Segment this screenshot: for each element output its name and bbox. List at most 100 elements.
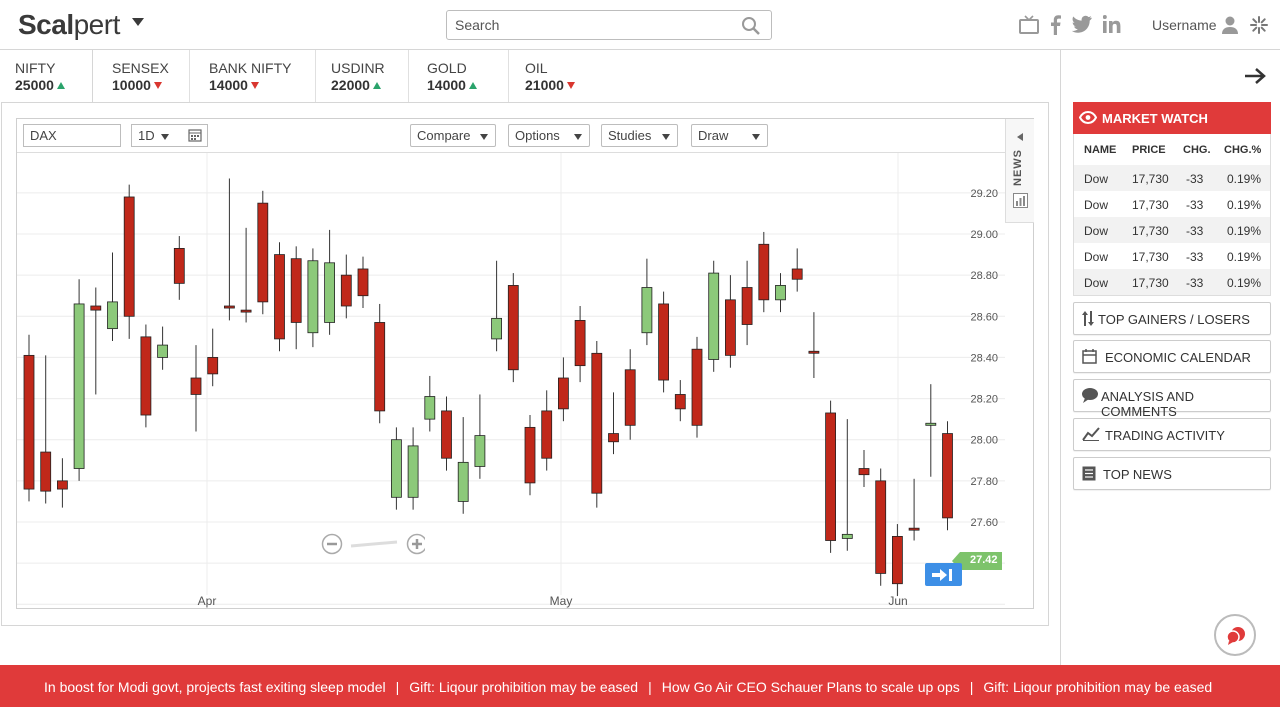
candle[interactable]: [190, 377, 202, 395]
candle[interactable]: [841, 533, 853, 539]
compare-button[interactable]: Compare: [410, 124, 496, 147]
candle[interactable]: [608, 433, 619, 443]
top-news-button[interactable]: TOP NEWS: [1073, 457, 1271, 490]
candle[interactable]: [825, 412, 836, 541]
zoom-slider[interactable]: [350, 540, 398, 548]
candle[interactable]: [257, 202, 269, 303]
candle[interactable]: [290, 258, 302, 323]
candle[interactable]: [674, 394, 686, 410]
chat-button[interactable]: [1214, 614, 1256, 656]
candle[interactable]: [758, 243, 770, 301]
arrow-right-icon[interactable]: [1244, 67, 1266, 85]
candle[interactable]: [624, 369, 636, 426]
candle[interactable]: [558, 377, 569, 410]
username[interactable]: Username: [1152, 17, 1217, 33]
candle[interactable]: [223, 305, 235, 309]
candle[interactable]: [641, 287, 653, 334]
tab-oil[interactable]: OIL 21000: [510, 50, 600, 103]
ticker-item[interactable]: How Go Air CEO Schauer Plans to scale up…: [662, 679, 960, 695]
candle[interactable]: [658, 303, 669, 381]
search-box[interactable]: [446, 10, 772, 40]
candle[interactable]: [407, 445, 419, 498]
candle[interactable]: [157, 344, 169, 358]
zoom-in-icon[interactable]: [406, 533, 428, 555]
candle[interactable]: [457, 461, 469, 502]
settings-icon[interactable]: [1250, 16, 1268, 34]
candle[interactable]: [875, 480, 887, 574]
candle[interactable]: [942, 433, 953, 519]
tab-sensex[interactable]: SENSEX 10000: [97, 50, 190, 103]
ticker-item[interactable]: Gift: Liqour prohibition may be eased: [409, 679, 638, 695]
search-icon[interactable]: [741, 16, 761, 36]
candle[interactable]: [23, 354, 35, 490]
logo-dropdown-icon[interactable]: [132, 18, 144, 26]
candle[interactable]: [374, 322, 386, 412]
candle[interactable]: [524, 426, 536, 484]
twitter-icon[interactable]: [1072, 15, 1092, 33]
table-row[interactable]: Dow 17,730 -33 0.19%: [1074, 217, 1270, 243]
analysis-comments-button[interactable]: ANALYSIS AND COMMENTS: [1073, 379, 1271, 419]
candle[interactable]: [741, 287, 753, 325]
candle[interactable]: [173, 248, 185, 284]
trading-activity-button[interactable]: TRADING ACTIVITY: [1073, 418, 1271, 451]
candle[interactable]: [791, 268, 803, 280]
calendar-icon[interactable]: [188, 128, 202, 142]
ticker-item[interactable]: In boost for Modi govt, projects fast ex…: [44, 679, 386, 695]
linkedin-icon[interactable]: [1103, 15, 1121, 33]
candle[interactable]: [574, 319, 586, 367]
candle[interactable]: [491, 317, 503, 340]
studies-button[interactable]: Studies: [601, 124, 678, 147]
candle[interactable]: [107, 301, 118, 330]
table-row[interactable]: Dow 17,730 -33 0.19%: [1074, 243, 1270, 269]
top-gainers-losers-button[interactable]: TOP GAINERS / LOSERS: [1073, 302, 1271, 335]
candlestick-chart[interactable]: 29.20 29.00 28.80 28.60 28.40 28.20 28.00 27.80…: [17, 153, 1005, 609]
tv-icon[interactable]: [1019, 15, 1039, 35]
table-row[interactable]: Dow 17,730 -33 0.19%: [1074, 165, 1270, 191]
candle[interactable]: [307, 260, 319, 334]
table-row[interactable]: Dow 17,730 -33 0.19%: [1074, 269, 1270, 295]
table-row[interactable]: Dow 17,730 -33 0.19%: [1074, 191, 1270, 217]
ticker-item[interactable]: Gift: Liqour prohibition may be eased: [983, 679, 1212, 695]
logo[interactable]: Scalpert: [18, 9, 120, 41]
news-chart-icon[interactable]: [1013, 193, 1028, 208]
candle[interactable]: [424, 396, 436, 420]
tab-usdinr[interactable]: USDINR 22000: [316, 50, 409, 103]
candle[interactable]: [324, 262, 336, 323]
user-icon[interactable]: [1222, 16, 1238, 34]
search-input[interactable]: [455, 15, 725, 35]
candle[interactable]: [274, 254, 285, 340]
candle[interactable]: [240, 309, 252, 313]
candle[interactable]: [708, 272, 720, 360]
zoom-out-icon[interactable]: [321, 533, 343, 555]
candle[interactable]: [691, 348, 703, 426]
candle[interactable]: [140, 336, 152, 416]
tab-nifty[interactable]: NIFTY 25000: [0, 50, 93, 103]
candle[interactable]: [207, 357, 219, 375]
candle[interactable]: [725, 299, 736, 356]
candle[interactable]: [90, 305, 102, 311]
candle[interactable]: [73, 303, 85, 469]
candle[interactable]: [474, 435, 486, 467]
economic-calendar-button[interactable]: ECONOMIC CALENDAR: [1073, 340, 1271, 373]
candle[interactable]: [40, 451, 52, 492]
news-strip[interactable]: NEWS: [1005, 119, 1034, 223]
candle[interactable]: [541, 410, 553, 459]
draw-button[interactable]: Draw: [691, 124, 768, 147]
symbol-input[interactable]: DAX: [23, 124, 121, 147]
candle[interactable]: [591, 352, 603, 494]
tab-bank-nifty[interactable]: BANK NIFTY 14000: [194, 50, 316, 103]
facebook-icon[interactable]: [1048, 15, 1062, 35]
candle[interactable]: [441, 410, 452, 459]
candle[interactable]: [357, 268, 369, 297]
candle[interactable]: [340, 274, 352, 307]
candle[interactable]: [858, 468, 870, 476]
candle[interactable]: [808, 350, 820, 354]
candle[interactable]: [908, 527, 920, 531]
candle[interactable]: [390, 439, 402, 498]
jump-to-latest-button[interactable]: [925, 563, 962, 586]
candle[interactable]: [123, 196, 135, 317]
options-button[interactable]: Options: [508, 124, 590, 147]
interval-select[interactable]: 1D: [131, 124, 208, 147]
candle[interactable]: [775, 285, 786, 301]
candle[interactable]: [57, 480, 68, 490]
